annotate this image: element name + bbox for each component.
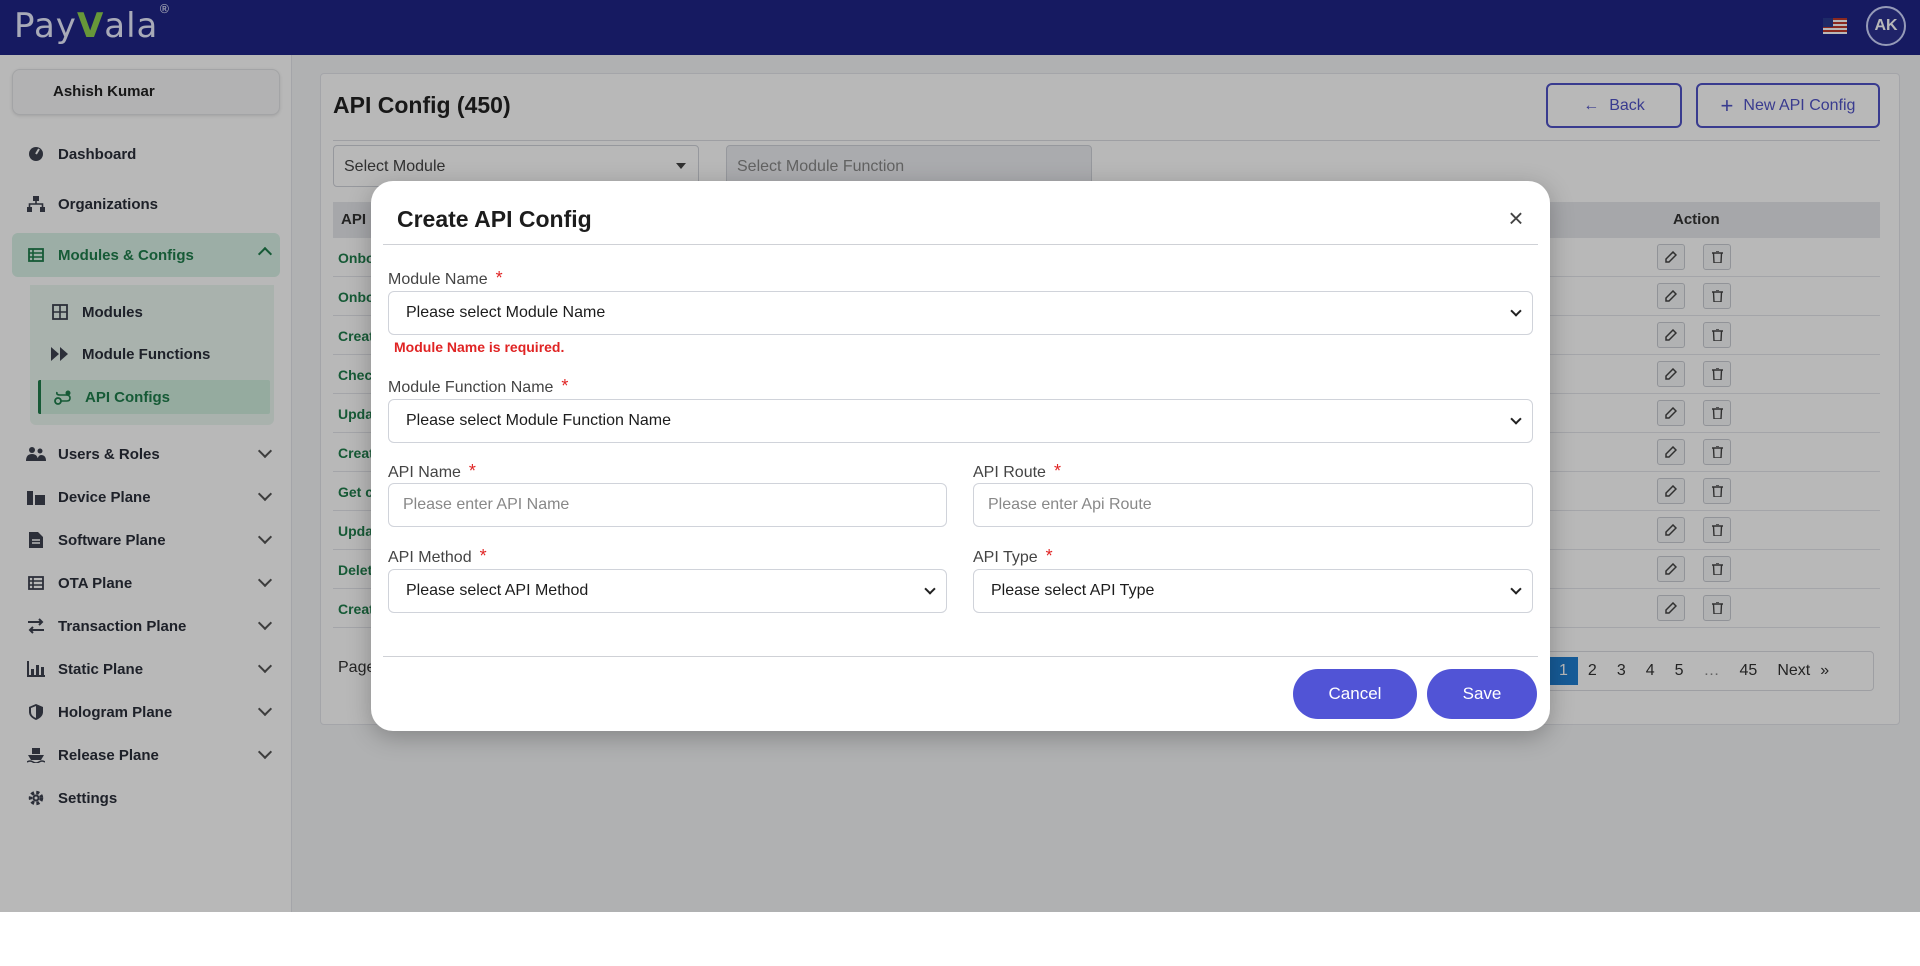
module-name-error: Module Name is required. [394,339,565,355]
api-route-input[interactable] [973,483,1533,527]
api-method-select[interactable]: Please select API Method [388,569,947,613]
api-name-label: API Name * [388,461,476,481]
create-api-config-modal: Create API Config × Module Name * Please … [371,181,1550,731]
api-type-label: API Type * [973,546,1053,566]
required-mark: * [1045,546,1053,566]
chevron-down-icon [1510,413,1522,425]
save-button[interactable]: Save [1427,669,1537,719]
chevron-down-icon [924,583,936,595]
module-function-name-label: Module Function Name * [388,376,569,396]
cancel-button[interactable]: Cancel [1293,669,1417,719]
required-mark: * [479,546,487,566]
required-mark: * [495,268,503,288]
api-route-label: API Route * [973,461,1061,481]
api-method-label: API Method * [388,546,487,566]
required-mark: * [561,376,569,396]
module-name-label: Module Name * [388,268,503,288]
modal-title: Create API Config [397,206,592,232]
module-function-name-select[interactable]: Please select Module Function Name [388,399,1533,443]
chevron-down-icon [1510,305,1522,317]
api-name-input[interactable] [388,483,947,527]
modal-footer-divider [383,656,1538,657]
module-name-select[interactable]: Please select Module Name [388,291,1533,335]
close-icon[interactable]: × [1504,205,1528,231]
api-type-select[interactable]: Please select API Type [973,569,1533,613]
modal-header-divider [383,244,1538,245]
chevron-down-icon [1510,583,1522,595]
required-mark: * [468,461,476,481]
required-mark: * [1053,461,1061,481]
